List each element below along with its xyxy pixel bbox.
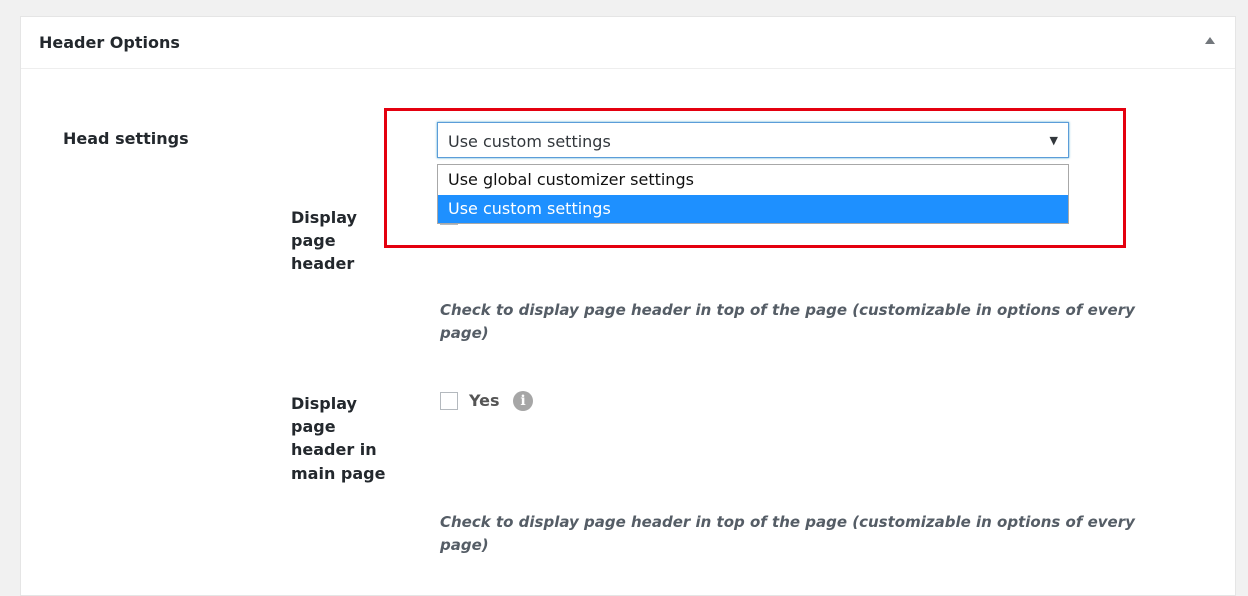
label-line: main page xyxy=(291,463,386,483)
display-page-header-label: Display page header xyxy=(291,206,357,276)
head-settings-label: Head settings xyxy=(63,129,189,148)
checkbox-yes-label: Yes xyxy=(469,391,500,410)
display-page-header-description: Check to display page header in top of t… xyxy=(440,301,1135,343)
label-line: Display xyxy=(291,394,357,413)
display-page-header-main-checkbox[interactable] xyxy=(440,392,458,410)
collapse-arrow-icon[interactable] xyxy=(1205,37,1215,44)
annotation-highlight-box xyxy=(384,108,1126,248)
label-line: page xyxy=(291,231,336,251)
label-line: header xyxy=(291,254,355,274)
label-line: Display xyxy=(291,208,357,227)
panel-header[interactable]: Header Options xyxy=(21,17,1235,69)
panel-title: Header Options xyxy=(39,33,180,52)
info-icon[interactable]: i xyxy=(513,391,533,411)
label-line: header in xyxy=(291,440,377,460)
display-page-header-main-description: Check to display page header in top of t… xyxy=(440,513,1135,555)
label-line: page xyxy=(291,417,336,437)
display-page-header-main-label: Display page header in main page xyxy=(291,392,385,485)
